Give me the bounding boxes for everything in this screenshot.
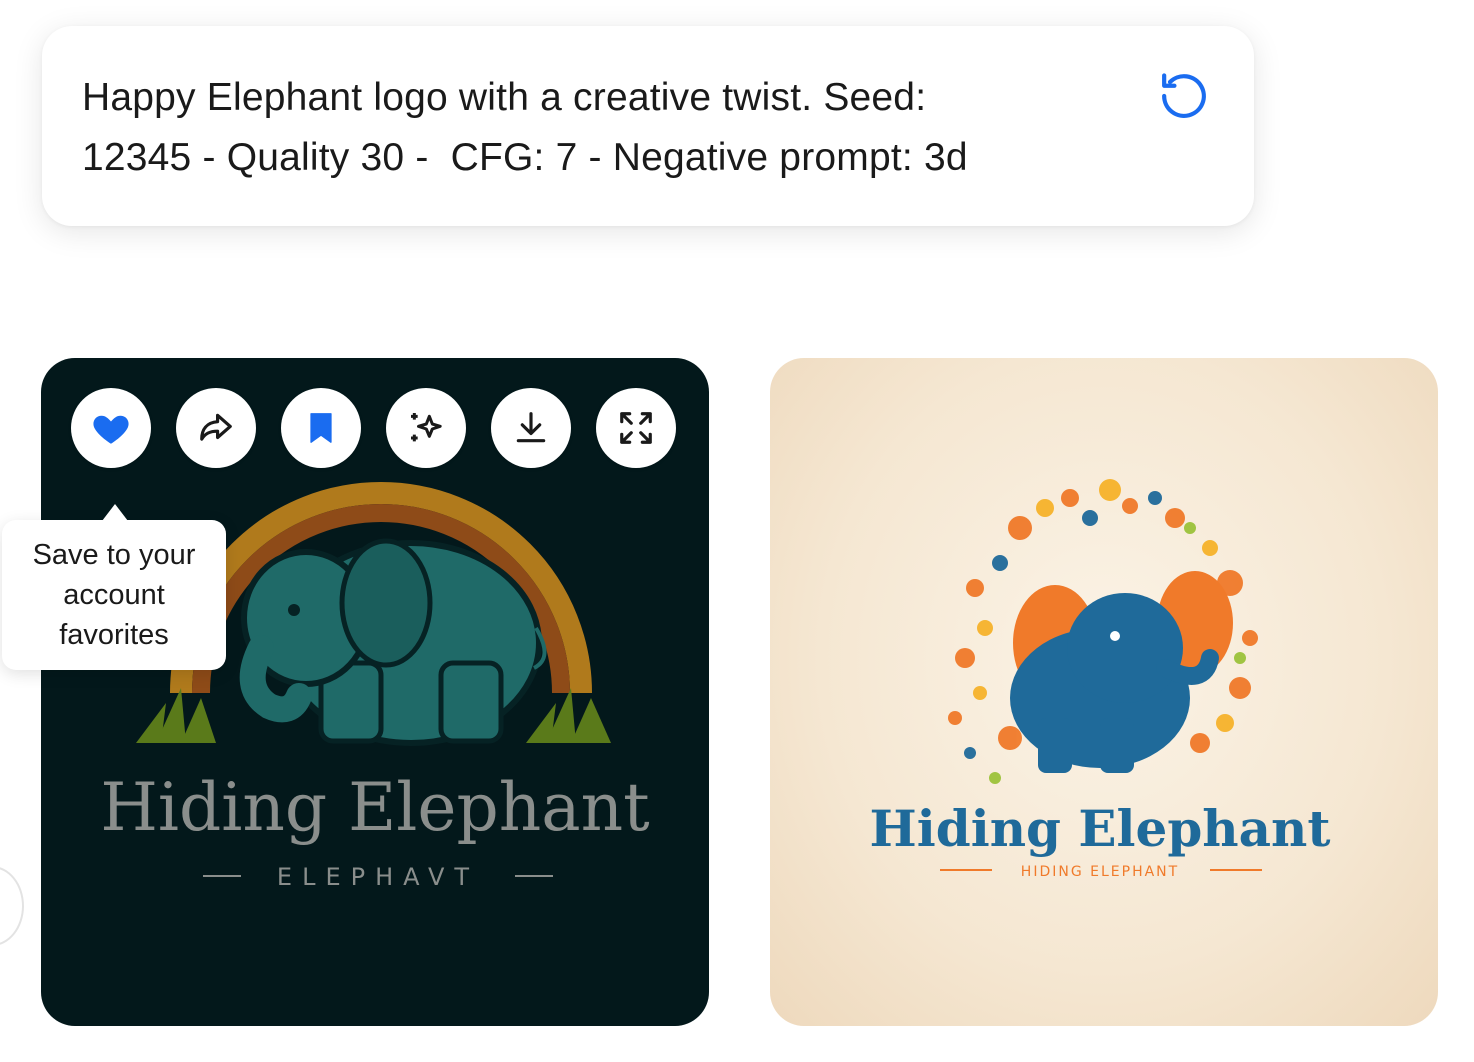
image-2-title: Hiding Elephant [870,799,1331,858]
share-button[interactable] [176,388,256,468]
favorite-tooltip: Save to your account favorites [2,504,226,670]
prompt-text: Happy Elephant logo with a creative twis… [82,76,968,179]
share-arrow-icon [200,413,232,441]
favorite-button[interactable] [71,388,151,468]
tooltip-text: Save to your account favorites [32,539,196,651]
image-action-toolbar [71,388,676,468]
elephant-logo-light-image: Hiding Elephant HIDING ELEPHANT [870,479,1331,880]
previous-arrow-button[interactable] [0,866,24,946]
generated-image-1[interactable]: Hiding Elephant ELEPHAVT [41,358,709,1026]
heart-icon [93,415,129,444]
regenerate-button[interactable] [1154,66,1214,126]
bookmark-icon [310,413,332,443]
bookmark-button[interactable] [281,388,361,468]
prompt-bubble: Happy Elephant logo with a creative twis… [42,26,1254,226]
generated-image-2[interactable]: Hiding Elephant HIDING ELEPHANT [770,358,1438,1026]
download-button[interactable] [491,388,571,468]
fullscreen-button[interactable] [596,388,676,468]
image-1-subtitle: ELEPHAVT [277,863,479,891]
enhance-button[interactable] [386,388,466,468]
image-1-title: Hiding Elephant [100,769,649,846]
download-icon [516,412,546,443]
refresh-icon [1162,73,1206,118]
expand-icon [620,412,652,444]
sparkles-icon [411,413,442,442]
image-2-subtitle: HIDING ELEPHANT [1021,864,1179,880]
